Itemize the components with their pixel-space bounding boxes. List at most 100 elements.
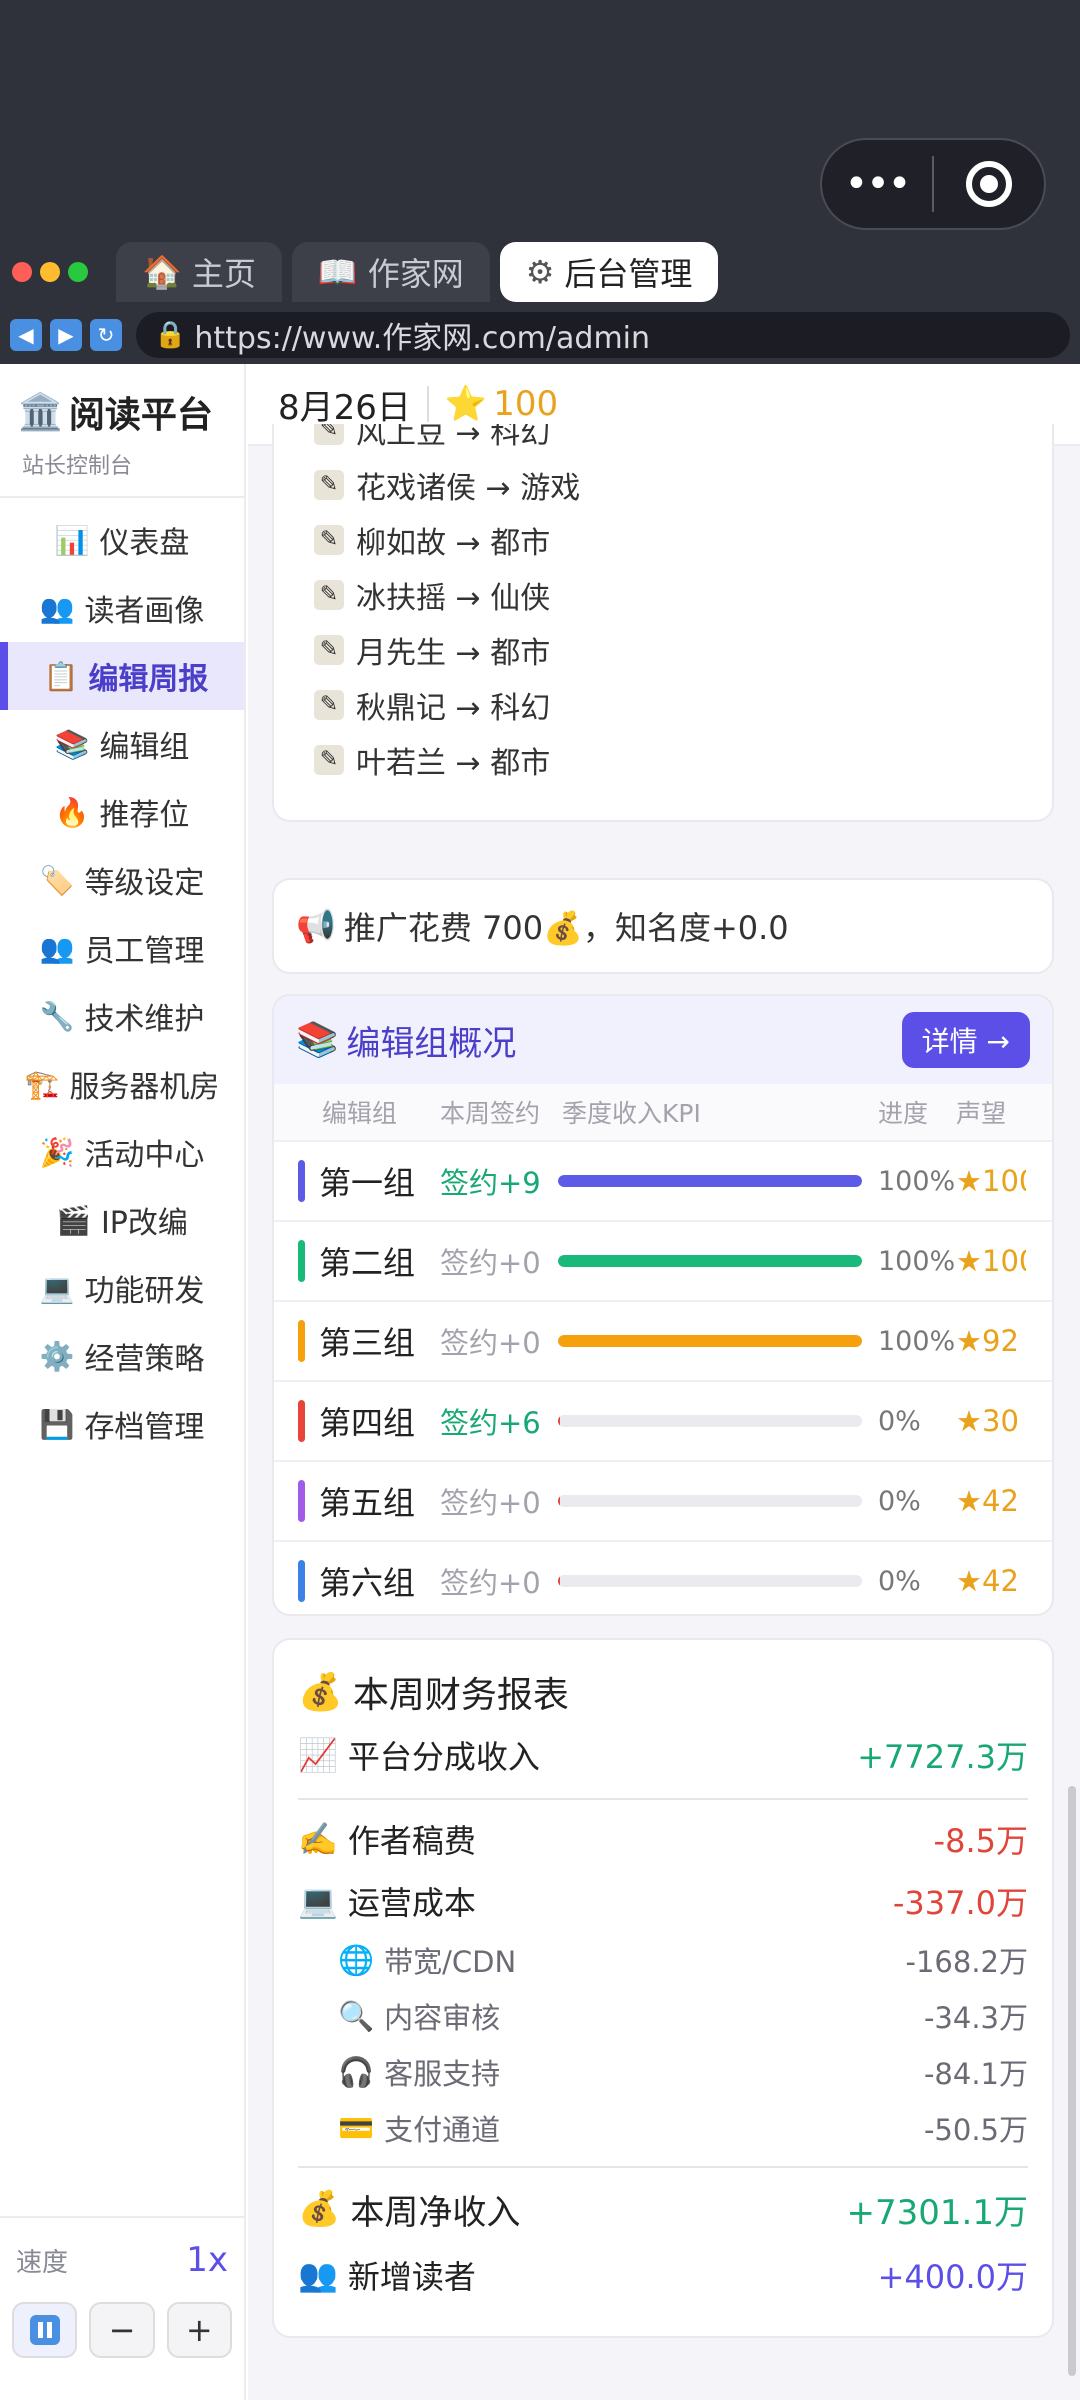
- current-date: 8月26日: [278, 387, 411, 428]
- url-bar[interactable]: 🔒 https://www.作家网.com/admin: [136, 312, 1070, 358]
- people-icon: 👥: [298, 2256, 338, 2294]
- app-title: 阅读平台: [68, 395, 213, 436]
- groups-header: 📚 编辑组概况 详情 →: [274, 996, 1052, 1084]
- sidebar-item-2[interactable]: 📋 编辑周报: [0, 642, 244, 710]
- group-fame: ★100: [956, 1244, 1026, 1278]
- sidebar-item-7[interactable]: 🔧 技术维护: [0, 982, 244, 1050]
- group-color-bar: [298, 1400, 305, 1442]
- sidebar-item-label: 读者画像: [84, 594, 205, 629]
- finance-divider: [298, 2166, 1028, 2168]
- kpi-progress-fill: [558, 1335, 862, 1347]
- group-name-cell: 第三组: [274, 1318, 440, 1364]
- menu-icon: 🏗️: [24, 1067, 60, 1101]
- tab-label: 后台管理: [564, 255, 693, 293]
- group-name: 第二组: [319, 1244, 416, 1282]
- kpi-cell: [558, 1255, 878, 1267]
- refresh-icon[interactable]: ↻: [90, 319, 122, 351]
- sidebar: 🏛️ 阅读平台 站长控制台 📊 仪表盘 👥 读者画像 📋 编辑周报 📚 编辑组 🔥 推荐位 🏷️ 等级…: [0, 364, 246, 2400]
- sidebar-item-13[interactable]: 💾 存档管理: [0, 1390, 244, 1458]
- table-row[interactable]: 第四组 签约+6 0% ★30: [274, 1380, 1052, 1460]
- tab-label: 主页: [191, 255, 256, 293]
- cost-item-label: 客服支持: [384, 2057, 501, 2091]
- sidebar-item-3[interactable]: 📚 编辑组: [0, 710, 244, 778]
- speed-up-button[interactable]: +: [166, 2302, 232, 2358]
- menu-icon: 📚: [54, 727, 90, 761]
- revenue-label: 平台分成收入: [347, 1738, 540, 1776]
- money-bag-icon: 💰: [298, 1672, 343, 1713]
- revenue-row: 📈 平台分成收入 +7727.3万: [298, 1718, 1028, 1792]
- sidebar-item-9[interactable]: 🎉 活动中心: [0, 1118, 244, 1186]
- menu-icon: 📋: [43, 659, 79, 693]
- menu-icon: 💻: [39, 1271, 75, 1305]
- group-fame: ★92: [956, 1324, 1019, 1358]
- sidebar-item-1[interactable]: 👥 读者画像: [0, 574, 244, 642]
- finance-report: 💰 本周财务报表 📈 平台分成收入 +7727.3万 ✍️ 作者稿费 -8.5万 💻…: [272, 1638, 1054, 2338]
- table-row[interactable]: 第六组 签约+0 0% ★42: [274, 1540, 1052, 1614]
- promo-text: 推广花费 700💰，知名度+0.0: [343, 909, 789, 947]
- forward-icon[interactable]: ▶: [50, 319, 82, 351]
- sidebar-item-label: 经营策略: [84, 1342, 205, 1377]
- tab-home[interactable]: 🏠 主页: [116, 242, 282, 302]
- sidebar-item-10[interactable]: 🎬 IP改编: [0, 1186, 244, 1254]
- sidebar-item-6[interactable]: 👥 员工管理: [0, 914, 244, 982]
- col-sign: 本周签约: [440, 1099, 541, 1128]
- maximize-dot[interactable]: [68, 262, 88, 282]
- sidebar-item-0[interactable]: 📊 仪表盘: [0, 506, 244, 574]
- cost-item-icon: 🌐: [338, 1942, 375, 1977]
- sidebar-item-label: 存档管理: [84, 1410, 205, 1445]
- col-progress: 进度: [878, 1099, 929, 1128]
- promo-notice: 📢 推广花费 700💰，知名度+0.0: [272, 878, 1054, 974]
- table-row[interactable]: 第五组 签约+0 0% ★42: [274, 1460, 1052, 1540]
- sidebar-item-label: 编辑周报: [88, 662, 209, 697]
- kpi-progress-bar: [558, 1175, 862, 1187]
- new-readers-value: +400.0万: [877, 2258, 1028, 2296]
- table-row[interactable]: 第二组签约+0 100%★100: [274, 1220, 1052, 1300]
- back-icon[interactable]: ◀: [10, 319, 42, 351]
- group-name-cell: 第五组: [274, 1478, 440, 1524]
- more-icon[interactable]: •••: [822, 164, 932, 204]
- sidebar-item-label: 员工管理: [84, 934, 205, 969]
- tab-writer-site[interactable]: 📖 作家网: [291, 242, 490, 302]
- pause-button[interactable]: [12, 2302, 78, 2358]
- tab-admin[interactable]: ⚙ 后台管理: [499, 242, 719, 302]
- kpi-progress-fill: [558, 1255, 862, 1267]
- group-name: 第四组: [319, 1404, 416, 1442]
- menu-icon: 🔥: [54, 795, 90, 829]
- sidebar-item-label: 服务器机房: [69, 1070, 220, 1105]
- target-icon: [966, 161, 1012, 207]
- ops-cost-value: -337.0万: [892, 1884, 1028, 1922]
- cost-breakdown-row: 🌐 带宽/CDN -168.2万: [298, 1932, 1028, 1988]
- sidebar-item-5[interactable]: 🏷️ 等级设定: [0, 846, 244, 914]
- cost-item-label: 支付通道: [384, 2113, 501, 2147]
- group-fame: ★100: [956, 1164, 1026, 1198]
- group-name-cell: 第四组: [274, 1398, 440, 1444]
- building-icon: 🏛️: [18, 392, 63, 433]
- sidebar-item-4[interactable]: 🔥 推荐位: [0, 778, 244, 846]
- tab-label: 作家网: [367, 255, 464, 293]
- brand: 🏛️ 阅读平台 站长控制台: [0, 364, 244, 498]
- sidebar-item-12[interactable]: ⚙️ 经营策略: [0, 1322, 244, 1390]
- close-miniprogram-button[interactable]: [934, 161, 1044, 207]
- net-income-label: 本周净收入: [350, 2192, 521, 2233]
- brand-title: 🏛️ 阅读平台: [18, 386, 244, 438]
- speed-down-button[interactable]: −: [89, 2302, 155, 2358]
- group-name-cell: 第六组: [274, 1558, 440, 1604]
- group-name: 第五组: [319, 1484, 416, 1522]
- table-row[interactable]: 第三组 签约+0 100% ★92: [274, 1300, 1052, 1380]
- author-fee-label: 作者稿费: [347, 1822, 476, 1860]
- browser-tabs: 🏠 主页 📖 作家网 ⚙ 后台管理: [116, 242, 719, 302]
- sidebar-item-label: IP改编: [100, 1206, 188, 1241]
- minimize-dot[interactable]: [40, 262, 60, 282]
- menu-icon: ⚙️: [39, 1339, 75, 1373]
- details-button[interactable]: 详情 →: [901, 1012, 1030, 1068]
- sidebar-menu: 📊 仪表盘 👥 读者画像 📋 编辑周报 📚 编辑组 🔥 推荐位 🏷️ 等级设定 👥 员工管理 🔧 技术维护 🏗️…: [0, 506, 244, 1458]
- scrollbar[interactable]: [1068, 1786, 1076, 2376]
- sidebar-item-11[interactable]: 💻 功能研发: [0, 1254, 244, 1322]
- author-fee-value: -8.5万: [933, 1822, 1028, 1860]
- assignment-text: 花戏诸侯 → 游戏: [356, 470, 581, 506]
- close-dot[interactable]: [12, 262, 32, 282]
- kpi-progress-bar: [558, 1495, 862, 1507]
- table-row[interactable]: 第一组签约+9 100%★100: [274, 1140, 1052, 1220]
- sidebar-item-8[interactable]: 🏗️ 服务器机房: [0, 1050, 244, 1118]
- miniprogram-capsule: •••: [820, 138, 1046, 230]
